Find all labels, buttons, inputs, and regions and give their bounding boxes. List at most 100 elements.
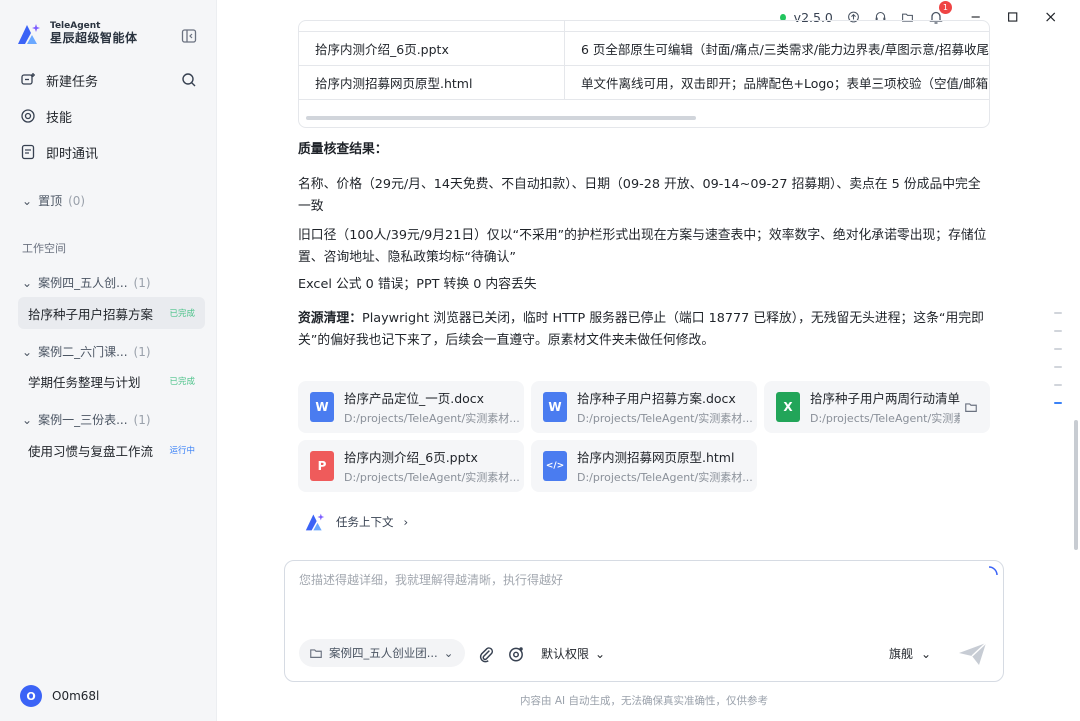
nav-im-label: 即时通讯: [46, 146, 99, 162]
workspace-folder-selector[interactable]: 案例四_五人创业团... ⌄: [299, 639, 465, 667]
permission-selector[interactable]: 默认权限 ⌄: [541, 645, 605, 662]
pinned-count: (0): [68, 193, 86, 208]
model-label: 旗舰: [889, 647, 914, 661]
word-file-icon: W: [543, 392, 567, 422]
file-path: D:/projects/TeleAgent/实测素材...: [577, 412, 753, 425]
message-navigator[interactable]: [1054, 312, 1062, 404]
chat-icon: [21, 144, 35, 160]
workspace-group[interactable]: ⌄ 案例四_五人创... (1): [22, 274, 151, 291]
file-path: D:/projects/TeleAgent/实测素材...: [344, 412, 520, 425]
file-card[interactable]: P 拾序内测介绍_6页.pptx D:/projects/TeleAgent/实…: [298, 440, 524, 492]
file-name: 拾序种子用户两周行动清单: [810, 391, 960, 406]
cleanup-text: Playwright 浏览器已关闭，临时 HTTP 服务器已停止（端口 1877…: [298, 311, 984, 348]
table-cell-desc: 6 页全部原生可编辑（封面/痛点/三类需求/能力边界表/草图示意/招募收尾: [564, 31, 989, 66]
vertical-scrollbar[interactable]: [1074, 420, 1078, 550]
ai-disclaimer: 内容由 AI 自动生成，无法确保真实准确性，仅供参考: [520, 695, 768, 707]
chevron-down-icon: ⌄: [22, 344, 33, 359]
status-badge: 运行中: [169, 446, 195, 456]
qc-paragraph: 旧口径（100人/39元/9月21日）仅以“不采用”的护栏形式出现在方案与速查表…: [298, 228, 987, 265]
table-row: 拾序内测招募网页原型.html 单文件离线可用，双击即开；品牌配色+Logo；表…: [299, 65, 989, 100]
brand-cn: 星辰超级智能体: [50, 31, 138, 46]
group-label: 案例二_六门课...: [38, 345, 128, 359]
sidebar-collapse-icon[interactable]: [181, 28, 197, 44]
nav-skills-label: 技能: [46, 110, 73, 126]
nav-new-task-label: 新建任务: [46, 74, 99, 90]
status-badge: 已完成: [169, 309, 195, 319]
chevron-down-icon: ⌄: [22, 275, 33, 290]
file-path: D:/projects/TeleAgent/实测素: [810, 412, 960, 425]
main-content: 拾序内测介绍_6页.pptx 6 页全部原生可编辑（封面/痛点/三类需求/能力边…: [218, 0, 1080, 721]
cleanup-title: 资源清理：: [298, 311, 362, 326]
task-title: 使用习惯与复盘工作流: [28, 443, 154, 459]
nav-new-task[interactable]: 新建任务: [20, 70, 98, 90]
skill-plugin-icon[interactable]: [507, 645, 525, 663]
context-label: 任务上下文: [336, 515, 394, 529]
folder-label: 案例四_五人创业团...: [329, 646, 438, 660]
sidebar: TeleAgent 星辰超级智能体 新建任务 技能 即时通讯 ⌄ 置顶 (0) …: [0, 0, 217, 721]
chevron-down-icon: ⌄: [921, 646, 932, 661]
table-row: [299, 21, 989, 32]
task-item[interactable]: 使用习惯与复盘工作流 运行中: [18, 434, 205, 466]
avatar: O: [20, 685, 42, 707]
table-row: 拾序内测介绍_6页.pptx 6 页全部原生可编辑（封面/痛点/三类需求/能力边…: [299, 31, 989, 66]
task-title: 学期任务整理与计划: [28, 374, 141, 390]
workspace-label: 工作空间: [22, 242, 66, 255]
composer: 案例四_五人创业团... ⌄ 默认权限 ⌄ 旗舰 ⌄: [284, 560, 1004, 682]
file-card[interactable]: W 拾序产品定位_一页.docx D:/projects/TeleAgent/实…: [298, 381, 524, 433]
deliverables-table: 拾序内测介绍_6页.pptx 6 页全部原生可编辑（封面/痛点/三类需求/能力边…: [298, 20, 990, 128]
qc-paragraph: 名称、价格（29元/月、14天免费、不自动扣款）、日期（09-28 开放、09-…: [298, 177, 981, 214]
nav-im[interactable]: 即时通讯: [20, 142, 98, 162]
open-folder-icon[interactable]: [964, 400, 978, 414]
corner-accent-icon: [988, 566, 998, 576]
chevron-down-icon: ⌄: [22, 193, 33, 208]
new-task-icon: [21, 73, 35, 85]
group-count: (1): [133, 344, 151, 359]
group-label: 案例四_五人创...: [38, 276, 128, 290]
file-path: D:/projects/TeleAgent/实测素材...: [577, 471, 753, 484]
user-profile[interactable]: O O0m68l: [20, 685, 99, 707]
file-name: 拾序内测介绍_6页.pptx: [344, 450, 478, 465]
chevron-right-icon: ›: [403, 515, 409, 529]
file-name: 拾序产品定位_一页.docx: [344, 391, 485, 406]
message-input[interactable]: [299, 573, 979, 587]
table-cell-file: 拾序内测介绍_6页.pptx: [299, 31, 565, 66]
chevron-down-icon: ⌄: [443, 646, 454, 660]
pinned-group[interactable]: ⌄ 置顶 (0): [22, 192, 85, 209]
task-item[interactable]: 学期任务整理与计划 已完成: [18, 365, 205, 397]
task-context-link[interactable]: 任务上下文 ›: [304, 512, 408, 532]
pinned-label: 置顶: [38, 194, 63, 208]
file-name: 拾序种子用户招募方案.docx: [577, 391, 736, 406]
nav-skills[interactable]: 技能: [20, 106, 72, 126]
cleanup-paragraph: 资源清理：Playwright 浏览器已关闭，临时 HTTP 服务器已停止（端口…: [298, 308, 988, 352]
chevron-down-icon: ⌄: [22, 412, 33, 427]
workspace-group[interactable]: ⌄ 案例一_三份表... (1): [22, 411, 151, 428]
task-item[interactable]: 拾序种子用户招募方案 已完成: [18, 297, 205, 329]
file-card[interactable]: X 拾序种子用户两周行动清单 D:/projects/TeleAgent/实测素: [764, 381, 990, 433]
file-card[interactable]: </> 拾序内测招募网页原型.html D:/projects/TeleAgen…: [531, 440, 757, 492]
file-card[interactable]: W 拾序种子用户招募方案.docx D:/projects/TeleAgent/…: [531, 381, 757, 433]
file-name: 拾序内测招募网页原型.html: [577, 450, 735, 465]
ppt-file-icon: P: [310, 451, 334, 481]
search-icon[interactable]: [181, 72, 197, 88]
table-cell-desc: 单文件离线可用，双击即开；品牌配色+Logo；表单三项校验（空值/邮箱: [564, 65, 989, 100]
skills-icon: [21, 109, 35, 123]
chevron-down-icon: ⌄: [595, 646, 606, 661]
table-scrollbar[interactable]: [306, 116, 696, 120]
brand[interactable]: TeleAgent 星辰超级智能体: [16, 22, 138, 46]
group-count: (1): [133, 412, 151, 427]
word-file-icon: W: [310, 392, 334, 422]
group-label: 案例一_三份表...: [38, 413, 128, 427]
teleagent-logo-icon: [18, 24, 40, 44]
agent-logo-icon: [305, 513, 325, 531]
model-selector[interactable]: 旗舰 ⌄: [889, 645, 931, 662]
user-name: O0m68l: [52, 689, 100, 703]
workspace-group[interactable]: ⌄ 案例二_六门课... (1): [22, 343, 151, 360]
permission-label: 默认权限: [541, 647, 590, 661]
send-icon[interactable]: [957, 641, 989, 667]
attachment-icon[interactable]: [477, 645, 495, 663]
table-cell-file: 拾序内测招募网页原型.html: [299, 65, 565, 100]
task-title: 拾序种子用户招募方案: [28, 306, 154, 322]
status-badge: 已完成: [169, 377, 195, 387]
group-count: (1): [133, 275, 151, 290]
html-file-icon: </>: [543, 451, 567, 481]
